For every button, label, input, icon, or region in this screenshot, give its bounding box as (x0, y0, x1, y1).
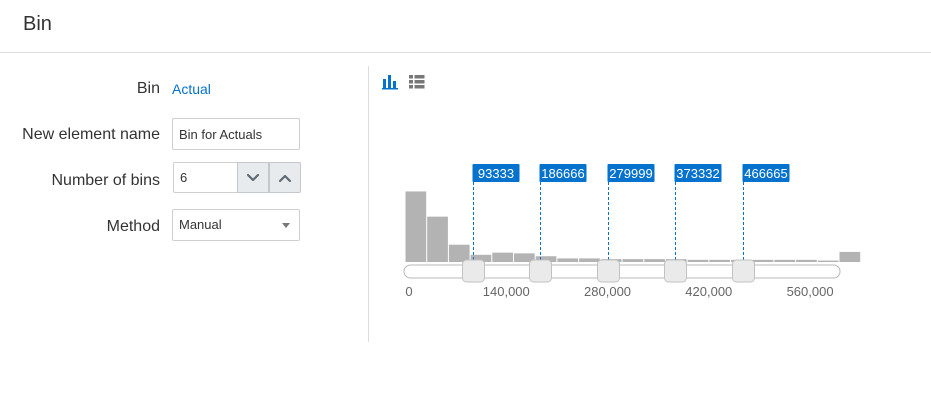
histogram-bar (448, 244, 470, 262)
histogram-bar (644, 259, 665, 262)
bin-boundary-label: 466665 (744, 166, 787, 181)
slider-handle[interactable] (664, 259, 687, 283)
bin-boundary-label: 279999 (609, 166, 652, 181)
x-axis-tick-label: 560,000 (787, 284, 834, 299)
bin-boundary-label: 373332 (676, 166, 719, 181)
histogram-bar (492, 252, 513, 262)
bin-boundary-marker[interactable]: 186666 (529, 164, 587, 283)
histogram-bar (579, 258, 600, 262)
bin-boundary-marker[interactable]: 279999 (597, 164, 655, 283)
bin-boundary-label: 93333 (478, 166, 514, 181)
slider-handle[interactable] (597, 259, 620, 283)
histogram-bar (709, 259, 730, 262)
x-axis-tick-label: 420,000 (685, 284, 732, 299)
histogram-chart: 93333 186666 279999 373332 466665 0 140,000 28… (403, 164, 861, 299)
histogram-bar (427, 216, 448, 262)
x-axis-tick-label: 280,000 (584, 284, 631, 299)
slider-handle[interactable] (529, 259, 552, 283)
histogram-bar (752, 259, 774, 262)
slider-handle[interactable] (462, 259, 485, 283)
x-axis-tick-label: 0 (405, 284, 412, 299)
histogram-bar (622, 259, 644, 262)
histogram-bar (405, 191, 427, 262)
histogram-bar (796, 259, 817, 262)
bin-boundary-label: 186666 (541, 166, 584, 181)
histogram-bar (774, 259, 796, 262)
x-axis-tick-label: 140,000 (483, 284, 530, 299)
bin-boundary-marker[interactable]: 373332 (664, 164, 722, 283)
slider-handle[interactable] (732, 259, 755, 283)
bin-boundary-marker[interactable]: 93333 (462, 164, 520, 283)
histogram-bar (817, 260, 839, 262)
histogram-bar (557, 258, 579, 262)
histogram-bar (839, 251, 861, 262)
bin-boundary-marker[interactable]: 466665 (732, 164, 790, 283)
histogram-bar (687, 259, 709, 262)
